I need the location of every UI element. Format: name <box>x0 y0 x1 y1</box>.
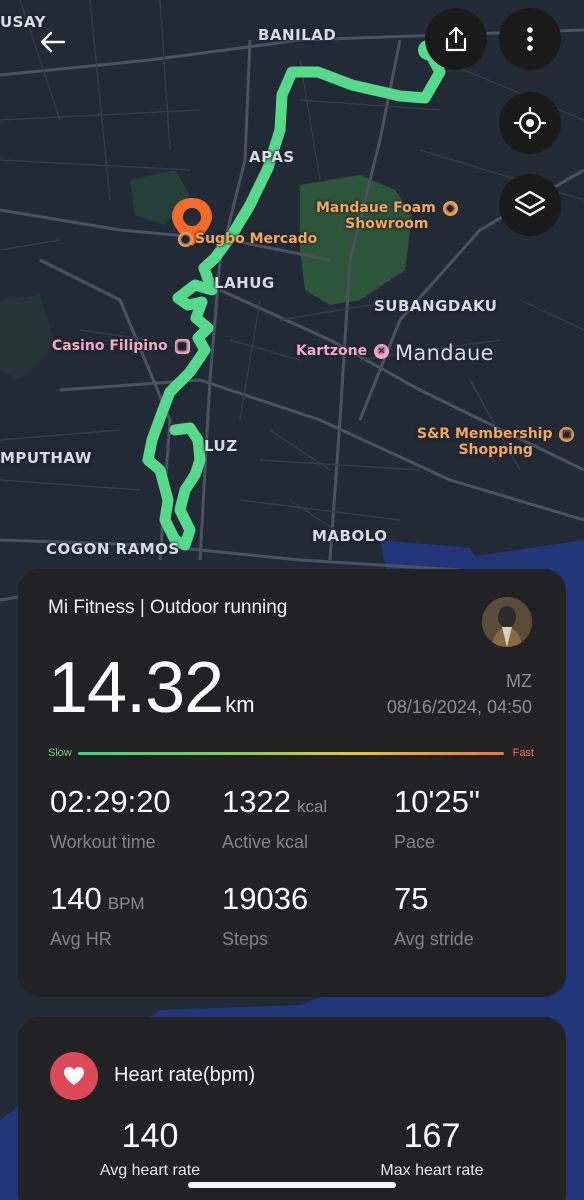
heart-rate-title: Heart rate(bpm) <box>114 1064 256 1086</box>
stat-workout-time: 02:29:20 Workout time <box>50 784 171 852</box>
avg-heart-rate: 140 Avg heart rate <box>99 1117 201 1179</box>
home-indicator[interactable] <box>188 1182 396 1188</box>
heart-rate-card[interactable]: Heart rate(bpm) 140 Avg heart rate 167 M… <box>18 1017 566 1200</box>
shop-icon: ● <box>178 231 193 247</box>
distance-unit: km <box>225 692 255 717</box>
locate-icon <box>513 106 547 140</box>
map-label-lahug: LAHUG <box>214 274 275 292</box>
poi-mandaue-foam[interactable]: Mandaue Foam ◆ Showroom <box>316 200 458 232</box>
pace-gradient-bar <box>78 752 504 755</box>
user-initials: MZ <box>506 671 532 691</box>
workout-datetime: 08/16/2024, 04:50 <box>386 697 532 717</box>
map-label-cogon-ramos: COGON RAMOS <box>46 540 180 558</box>
map-label-mabolo: MABOLO <box>312 527 388 545</box>
avatar[interactable] <box>482 597 532 647</box>
layers-icon <box>514 190 546 217</box>
arrow-left-icon <box>40 31 66 53</box>
poi-sugbo-mercado[interactable]: ● Sugbo Mercado <box>178 231 317 247</box>
locate-button[interactable] <box>499 92 561 154</box>
casino-icon: ■ <box>174 338 190 354</box>
more-vertical-icon <box>527 27 533 51</box>
workout-summary-card: Mi Fitness | Outdoor running 14.32 km MZ… <box>18 569 566 997</box>
layers-button[interactable] <box>499 174 561 236</box>
pace-color-scale: Slow Fast <box>48 747 534 761</box>
poi-snr-membership[interactable]: S&R Membership ▣ Shopping <box>417 426 575 458</box>
back-button[interactable] <box>34 22 74 62</box>
stat-avg-hr: 140 BPM Avg HR <box>50 881 145 949</box>
pace-slow-label: Slow <box>48 747 72 759</box>
more-options-button[interactable] <box>499 8 561 70</box>
heart-icon <box>50 1052 98 1100</box>
shop-icon: ◆ <box>442 200 458 216</box>
distance-display: 14.32 km <box>48 647 255 729</box>
pace-fast-label: Fast <box>512 747 534 759</box>
max-heart-rate: 167 Max heart rate <box>380 1117 484 1179</box>
map-label-mputhaw: MPUTHAW <box>0 449 92 467</box>
stat-pace: 10'25" Pace <box>394 784 480 852</box>
stat-active-kcal: 1322 kcal Active kcal <box>222 784 328 852</box>
map-label-banilad: BANILAD <box>258 26 337 44</box>
share-button[interactable] <box>425 8 487 70</box>
stat-steps: 19036 Steps <box>222 881 309 949</box>
user-avatar-image <box>482 597 532 647</box>
poi-casino-filipino[interactable]: Casino Filipino ■ <box>52 338 190 354</box>
distance-value: 14.32 <box>48 648 224 728</box>
map-label-mandaue: Mandaue <box>395 341 494 365</box>
map-label-luz: LUZ <box>204 437 238 455</box>
share-icon <box>445 26 467 52</box>
cart-icon: ▣ <box>559 426 575 442</box>
poi-kartzone[interactable]: Kartzone ✕ <box>296 343 389 359</box>
kart-icon: ✕ <box>374 343 389 359</box>
stat-avg-stride: 75 Avg stride <box>394 881 474 949</box>
map-label-apas: APAS <box>249 148 295 166</box>
workout-source-title: Mi Fitness | Outdoor running <box>48 597 288 618</box>
map-label-subangdaku: SUBANGDAKU <box>374 297 498 315</box>
